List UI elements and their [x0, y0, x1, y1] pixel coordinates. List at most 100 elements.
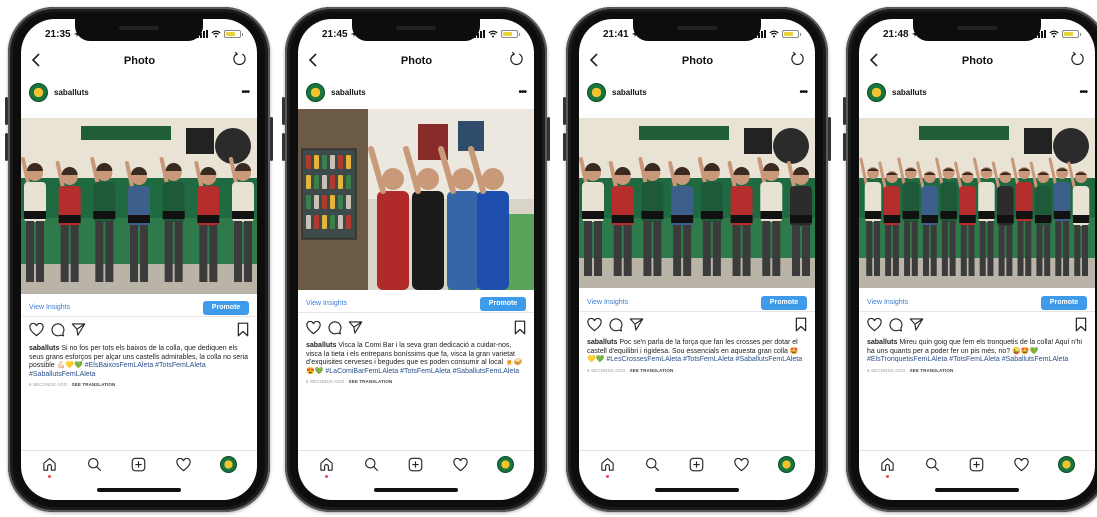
more-icon[interactable]: •••: [241, 87, 249, 98]
post-timestamp: 6 SECONDS AGO: [29, 382, 68, 388]
see-translation-link[interactable]: SEE TRANSLATION: [72, 382, 116, 387]
bookmark-icon[interactable]: [795, 317, 807, 337]
notification-dot: [885, 474, 889, 478]
comment-icon[interactable]: [888, 317, 903, 337]
chevron-left-icon[interactable]: [869, 52, 885, 70]
caption-username[interactable]: saballuts: [306, 342, 336, 349]
tab-profile[interactable]: [218, 454, 240, 476]
refresh-icon[interactable]: [1070, 51, 1085, 71]
more-icon[interactable]: •••: [518, 87, 526, 98]
tab-profile[interactable]: [776, 454, 798, 476]
tab-profile[interactable]: [1056, 454, 1078, 476]
tab-activity[interactable]: [731, 454, 753, 476]
post-username[interactable]: saballuts: [892, 88, 1073, 97]
promote-button[interactable]: Promote: [1041, 295, 1087, 310]
bookmark-icon[interactable]: [237, 322, 249, 342]
view-insights-link[interactable]: View Insights: [306, 300, 347, 307]
comment-icon[interactable]: [327, 320, 342, 340]
post-timestamp: 6 SECONDS AGO: [306, 379, 345, 385]
post-timestamp: 5 SECONDS AGO: [587, 367, 626, 373]
view-insights-link[interactable]: View Insights: [867, 299, 908, 306]
avatar[interactable]: [867, 82, 886, 102]
nav-bar: Photo: [859, 49, 1095, 73]
tab-create[interactable]: [966, 454, 988, 476]
promote-button[interactable]: Promote: [480, 296, 526, 311]
tab-home[interactable]: [876, 454, 898, 478]
caption-username[interactable]: saballuts: [29, 345, 59, 352]
more-icon[interactable]: •••: [1079, 87, 1087, 98]
post-meta: 6 SECONDS AGO · SEE TRANSLATION: [306, 379, 393, 385]
notch: [352, 19, 480, 41]
promote-button[interactable]: Promote: [761, 295, 807, 310]
tab-home[interactable]: [596, 454, 618, 478]
comment-icon[interactable]: [608, 317, 623, 337]
tab-home[interactable]: [38, 454, 60, 478]
tab-home[interactable]: [315, 454, 337, 478]
post-username[interactable]: saballuts: [612, 88, 793, 97]
send-icon[interactable]: [348, 320, 363, 340]
tab-activity[interactable]: [173, 454, 195, 476]
power-button: [547, 117, 550, 161]
refresh-icon[interactable]: [790, 51, 805, 71]
volume-button: [282, 133, 285, 161]
tab-create[interactable]: [686, 454, 708, 476]
send-icon[interactable]: [909, 317, 924, 337]
post-username[interactable]: saballuts: [54, 88, 235, 97]
add-post-icon: [970, 457, 984, 472]
comment-icon[interactable]: [50, 322, 65, 342]
caption-hashtags[interactable]: #LesCrossesFemLAleta #TotsFemLAleta #Sab…: [606, 356, 802, 363]
phone-screen: 21:48 Photo saballuts ••• View Insights …: [859, 19, 1095, 500]
status-icons: [474, 30, 520, 38]
promote-button[interactable]: Promote: [203, 300, 249, 315]
chevron-left-icon[interactable]: [31, 52, 47, 70]
post-username[interactable]: saballuts: [331, 88, 512, 97]
battery-icon: [782, 30, 801, 38]
view-insights-link[interactable]: View Insights: [587, 299, 628, 306]
caption-hashtags[interactable]: #ElsTronquetisFemLAleta #TotsFemLAleta #…: [867, 356, 1068, 363]
tab-create[interactable]: [128, 454, 150, 476]
chevron-left-icon[interactable]: [589, 52, 605, 70]
tab-search[interactable]: [360, 454, 382, 476]
bookmark-icon[interactable]: [1075, 317, 1087, 337]
see-translation-link[interactable]: SEE TRANSLATION: [910, 368, 954, 373]
tab-bar: [579, 450, 815, 478]
tab-activity[interactable]: [1011, 454, 1033, 476]
tab-create[interactable]: [405, 454, 427, 476]
avatar[interactable]: [587, 82, 606, 102]
caption-hashtags[interactable]: #LaComiBarFemLAleta #TotsFemLAleta #Saba…: [325, 368, 519, 375]
avatar[interactable]: [29, 82, 48, 102]
status-time-group: 21:45: [322, 29, 357, 40]
heart-icon[interactable]: [867, 317, 882, 337]
more-icon[interactable]: •••: [799, 87, 807, 98]
tab-search[interactable]: [921, 454, 943, 476]
post-caption: saballuts Mireu quin goig que fem els tr…: [867, 339, 1087, 375]
heart-icon[interactable]: [306, 320, 321, 340]
caption-username[interactable]: saballuts: [587, 339, 617, 346]
see-translation-link[interactable]: SEE TRANSLATION: [630, 368, 674, 373]
heart-icon[interactable]: [587, 317, 602, 337]
tab-search[interactable]: [641, 454, 663, 476]
view-insights-link[interactable]: View Insights: [29, 304, 70, 311]
avatar[interactable]: [306, 82, 325, 102]
see-translation-link[interactable]: SEE TRANSLATION: [349, 379, 393, 384]
refresh-icon[interactable]: [509, 51, 524, 71]
refresh-icon[interactable]: [232, 51, 247, 71]
status-time-group: 21:41: [603, 29, 638, 40]
status-time: 21:35: [45, 28, 71, 40]
page-title: Photo: [961, 55, 994, 67]
send-icon[interactable]: [629, 317, 644, 337]
tab-profile[interactable]: [495, 454, 517, 476]
nav-bar: Photo: [298, 49, 534, 73]
chevron-left-icon[interactable]: [308, 52, 324, 70]
wifi-icon: [1049, 30, 1059, 38]
add-post-icon: [690, 457, 704, 472]
send-icon[interactable]: [71, 322, 86, 342]
bookmark-icon[interactable]: [514, 320, 526, 340]
tab-bar: [298, 450, 534, 478]
heart-icon[interactable]: [29, 322, 44, 342]
tab-activity[interactable]: [450, 454, 472, 476]
tab-search[interactable]: [83, 454, 105, 476]
caption-username[interactable]: saballuts: [867, 339, 897, 346]
volume-button: [843, 133, 846, 161]
search-icon: [925, 458, 939, 472]
